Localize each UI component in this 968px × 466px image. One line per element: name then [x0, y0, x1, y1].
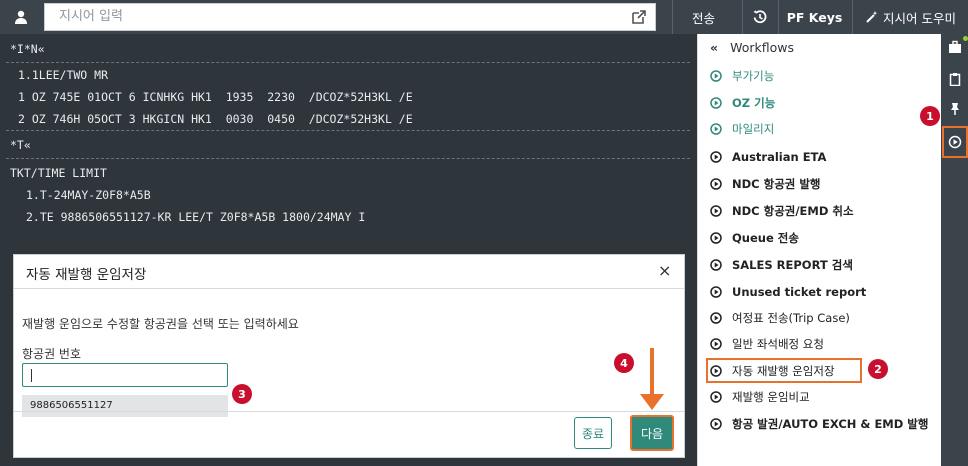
play-circle-icon — [710, 232, 722, 244]
command-input[interactable]: 지시어 입력 — [44, 3, 656, 31]
history-icon — [753, 10, 766, 24]
workflow-item-queue[interactable]: Queue 전송 — [710, 229, 799, 247]
auto-reissue-fare-dialog: 자동 재발행 운임저장 × 재발행 운임으로 수정할 항공권을 선택 또는 입력… — [13, 254, 685, 458]
workflows-title: Workflows — [730, 40, 794, 55]
step-badge-3: 3 — [232, 384, 252, 404]
close-button[interactable]: 종료 — [574, 417, 612, 449]
workflow-item-sales-report[interactable]: SALES REPORT 검색 — [710, 256, 853, 274]
active-rail-frame — [942, 126, 968, 158]
text-caret — [31, 369, 32, 382]
pin-button[interactable] — [946, 100, 964, 118]
dialog-title: 자동 재발행 운임저장 — [26, 267, 147, 283]
workflows-header[interactable]: « Workflows — [710, 40, 794, 55]
terminal-separator — [6, 62, 690, 63]
workflow-item-label: 재발행 운임비교 — [732, 390, 810, 404]
play-circle-icon — [710, 418, 722, 430]
ticket-number-label: 항공권 번호 — [22, 347, 82, 361]
workflow-item-label: NDC 항공권/EMD 취소 — [732, 204, 854, 218]
play-circle-icon — [710, 178, 722, 190]
step-badge-1: 1 — [920, 106, 940, 126]
workflow-item-reissue-compare[interactable]: 재발행 운임비교 — [710, 388, 810, 406]
play-circle-icon — [710, 70, 722, 82]
ticket-number-input[interactable] — [22, 363, 228, 387]
briefcase-button[interactable] — [946, 38, 964, 56]
terminal-line: TKT/TIME LIMIT — [10, 166, 107, 180]
workflow-item-unused-ticket[interactable]: Unused ticket report — [710, 283, 866, 301]
workflow-item-itinerary[interactable]: 여정표 전송(Trip Case) — [710, 309, 850, 327]
workflow-item-seat-request[interactable]: 일반 좌석배정 요청 — [710, 335, 824, 353]
play-circle-icon — [710, 123, 722, 135]
terminal-line: 1 OZ 745E 01OCT 6 ICNHKG HK1 1935 2230 /… — [18, 90, 413, 104]
workflow-item-label: NDC 항공권 발행 — [732, 177, 821, 191]
ticket-suggestion-item[interactable]: 9886506551127 — [22, 395, 228, 417]
play-circle-icon — [710, 338, 722, 350]
workflow-item-label: SALES REPORT 검색 — [732, 258, 853, 272]
workflow-item-ndc-cancel[interactable]: NDC 항공권/EMD 취소 — [710, 202, 854, 220]
play-circle-icon — [710, 205, 722, 217]
play-circle-icon — [710, 286, 722, 298]
workflow-item-label: OZ 기능 — [732, 96, 776, 110]
workflow-item-ticketing-exch[interactable]: 항공 발권/AUTO EXCH & EMD 발행 — [710, 415, 928, 433]
right-rail — [941, 34, 968, 466]
command-helper-button[interactable]: 지시어 도우미 — [852, 0, 968, 34]
clipboard-button[interactable] — [946, 70, 964, 88]
pin-icon — [951, 103, 959, 115]
terminal-separator — [6, 130, 690, 131]
user-button[interactable] — [4, 4, 38, 30]
workflow-item-australian-eta[interactable]: Australian ETA — [710, 148, 826, 166]
workflow-item-label: Queue 전송 — [732, 231, 799, 245]
close-icon[interactable]: × — [658, 261, 671, 280]
step-badge-4: 4 — [614, 353, 634, 373]
workflow-item-addon[interactable]: 부가기능 — [710, 67, 774, 85]
terminal-line: 1.1LEE/TWO MR — [18, 68, 109, 82]
user-icon — [15, 10, 27, 24]
play-circle-icon — [710, 97, 722, 109]
terminal-separator — [6, 158, 690, 159]
play-circle-icon — [710, 259, 722, 271]
pf-keys-button[interactable]: PF Keys — [778, 0, 850, 34]
workflow-item-ndc-issue[interactable]: NDC 항공권 발행 — [710, 175, 821, 193]
arrow-down-icon — [650, 348, 654, 396]
dialog-header: 자동 재발행 운임저장 × — [14, 255, 684, 289]
clipboard-icon — [949, 73, 961, 86]
workflow-item-label: 일반 좌석배정 요청 — [732, 337, 824, 351]
play-circle-icon — [710, 151, 722, 163]
workflow-item-mileage[interactable]: 마일리지 — [710, 120, 774, 138]
step-badge-2: 2 — [868, 359, 888, 379]
workflow-item-oz[interactable]: OZ 기능 — [710, 94, 775, 112]
command-toolbar: 지시어 입력 전송 PF Keys 지시어 도우미 — [0, 0, 968, 34]
send-button[interactable]: 전송 — [672, 0, 734, 34]
popout-icon[interactable] — [630, 8, 648, 26]
history-button[interactable] — [742, 0, 776, 34]
terminal-line: 2 OZ 746H 05OCT 3 HKGICN HK1 0030 0450 /… — [18, 112, 413, 126]
next-button[interactable]: 다음 — [630, 415, 674, 451]
terminal-line: 1.T-24MAY-Z0F8*A5B — [26, 188, 151, 202]
workflow-item-label: 마일리지 — [732, 122, 775, 136]
workflow-item-label: Australian ETA — [732, 150, 827, 164]
play-circle-icon — [710, 391, 722, 403]
terminal-line: *I*N« — [10, 42, 45, 56]
dialog-instruction: 재발행 운임으로 수정할 항공권을 선택 또는 입력하세요 — [22, 317, 299, 331]
wand-icon — [866, 11, 878, 23]
highlight-frame — [706, 358, 862, 383]
workflows-panel: « Workflows 부가기능 OZ 기능 마일리지 Australian E… — [697, 34, 941, 466]
terminal-line: *T« — [10, 138, 31, 152]
workflow-item-label: Unused ticket report — [732, 285, 867, 299]
workflow-item-label: 부가기능 — [732, 69, 775, 83]
arrow-head-icon — [640, 394, 664, 410]
terminal-line: 2.TE 9886506551127-KR LEE/T Z0F8*A5B 180… — [26, 210, 366, 224]
play-circle-icon — [710, 312, 722, 324]
workflow-item-label: 여정표 전송(Trip Case) — [732, 311, 850, 325]
double-chevron-left-icon[interactable]: « — [710, 40, 718, 55]
briefcase-icon — [949, 40, 961, 53]
workflow-item-label: 항공 발권/AUTO EXCH & EMD 발행 — [732, 417, 929, 431]
command-helper-label: 지시어 도우미 — [883, 10, 956, 26]
dialog-footer-divider — [14, 411, 684, 412]
